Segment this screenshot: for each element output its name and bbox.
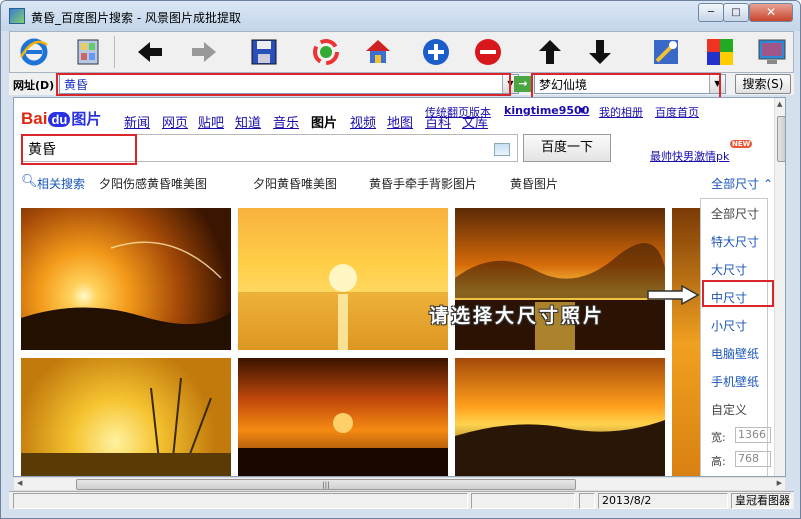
- tools-icon[interactable]: [648, 34, 684, 70]
- baidu-search-input[interactable]: 黄昏: [21, 134, 518, 162]
- chevron-down-icon[interactable]: ▼: [579, 106, 585, 115]
- size-option-custom: 自定义: [711, 403, 748, 417]
- related-item[interactable]: 黄昏手牵手背影图片: [369, 175, 477, 192]
- address-value: 黄昏: [64, 78, 89, 92]
- toolbar: [9, 31, 794, 73]
- arrow-right-icon: [647, 285, 700, 305]
- size-option-mobile[interactable]: 手机壁纸: [711, 373, 759, 390]
- palette-icon[interactable]: [702, 34, 738, 70]
- image-thumbnail[interactable]: [238, 208, 448, 350]
- size-filter-menu: 全部尺寸 特大尺寸 大尺寸 中尺寸 小尺寸 电脑壁纸 手机壁纸 自定义 宽: 13…: [700, 198, 771, 476]
- album-icon[interactable]: [70, 34, 106, 70]
- image-thumbnail[interactable]: [672, 208, 702, 476]
- back-icon[interactable]: [132, 34, 168, 70]
- nav-web[interactable]: 网页: [162, 112, 188, 131]
- height-row: 高: 768: [711, 451, 771, 469]
- nav-map[interactable]: 地图: [387, 112, 413, 131]
- status-date: 2013/8/2: [598, 493, 728, 509]
- image-thumbnail[interactable]: [238, 358, 448, 476]
- related-item[interactable]: 夕阳黄昏唯美图: [253, 175, 337, 192]
- scroll-up-icon[interactable]: ▲: [777, 100, 782, 108]
- save-icon[interactable]: [246, 34, 282, 70]
- effect-value: 梦幻仙境: [539, 78, 588, 92]
- scroll-right-icon[interactable]: ▶: [777, 479, 782, 487]
- maximize-button[interactable]: □: [723, 3, 749, 22]
- image-thumbnail[interactable]: [21, 208, 231, 350]
- app-icon: [9, 8, 25, 24]
- annotation-text: 请选择大尺寸照片: [429, 305, 606, 327]
- toolbar-separator: [114, 36, 115, 68]
- size-option-desktop[interactable]: 电脑壁纸: [711, 345, 759, 362]
- size-option-medium[interactable]: 中尺寸: [711, 289, 747, 306]
- size-option-all[interactable]: 全部尺寸: [711, 205, 759, 222]
- remove-icon[interactable]: [470, 34, 506, 70]
- size-option-xlarge[interactable]: 特大尺寸: [711, 233, 759, 250]
- window-title: 黄昏_百度图片搜索 - 风景图片成批提取: [31, 11, 241, 25]
- related-label: 相关搜索: [37, 177, 86, 191]
- related-item[interactable]: 黄昏图片: [510, 175, 558, 192]
- width-label: 宽:: [711, 431, 726, 444]
- add-icon[interactable]: [418, 34, 454, 70]
- home-icon[interactable]: [360, 34, 396, 70]
- new-badge: NEW: [730, 140, 753, 148]
- user-link[interactable]: kingtime9500: [504, 104, 589, 117]
- size-filter-toggle[interactable]: 全部尺寸 ⌃: [711, 175, 773, 192]
- refresh-icon[interactable]: [308, 34, 344, 70]
- app-window: 黄昏_百度图片搜索 - 风景图片成批提取 ─ □ ✕ 网址(D) 黄昏 ▼ → 梦…: [0, 0, 801, 519]
- size-option-small[interactable]: 小尺寸: [711, 317, 747, 334]
- scroll-left-icon[interactable]: ◀: [17, 479, 22, 487]
- title-bar: 黄昏_百度图片搜索 - 风景图片成批提取 ─ □ ✕: [1, 1, 800, 31]
- camera-icon[interactable]: [494, 143, 510, 156]
- horizontal-scroll-thumb[interactable]: |||: [76, 479, 576, 490]
- minimize-button[interactable]: ─: [698, 3, 724, 22]
- close-button[interactable]: ✕: [749, 3, 793, 22]
- nav-video[interactable]: 视频: [350, 112, 376, 131]
- baidu-search-button[interactable]: 百度一下: [523, 134, 611, 162]
- download-icon[interactable]: [582, 34, 618, 70]
- my-album-link[interactable]: 我的相册: [599, 104, 643, 120]
- status-app: 皇冠看图器: [731, 493, 791, 509]
- search-button[interactable]: 搜索(S): [735, 74, 791, 94]
- height-label: 高:: [711, 455, 726, 468]
- address-bar: 网址(D) 黄昏 ▼ → 梦幻仙境 ▼ 搜索(S): [9, 73, 794, 95]
- size-option-large[interactable]: 大尺寸: [711, 261, 747, 278]
- nav-images: 图片: [311, 116, 338, 131]
- forward-icon[interactable]: [186, 34, 222, 70]
- search-icon: 🔍︎: [21, 174, 38, 189]
- classic-pager-link[interactable]: 传统翻页版本: [425, 104, 491, 120]
- status-pane: [471, 493, 575, 509]
- related-item[interactable]: 夕阳伤感黄昏唯美图: [99, 175, 207, 192]
- nav-news[interactable]: 新闻: [124, 112, 150, 131]
- nav-zhidao[interactable]: 知道: [235, 112, 261, 131]
- related-searches: 🔍︎ 相关搜索 夕阳伤感黄昏唯美图 夕阳黄昏唯美图 黄昏手牵手背影图片 黄昏图片…: [21, 174, 781, 194]
- baidu-home-link[interactable]: 百度首页: [655, 104, 699, 120]
- nav-tieba[interactable]: 贴吧: [198, 112, 224, 131]
- chevron-down-icon[interactable]: ▼: [709, 75, 725, 93]
- effect-combobox[interactable]: 梦幻仙境 ▼: [534, 74, 726, 94]
- status-bar: 2013/8/2 皇冠看图器: [9, 491, 794, 509]
- height-input[interactable]: 768: [735, 451, 771, 467]
- width-row: 宽: 1366: [711, 427, 771, 445]
- image-thumbnail[interactable]: [21, 358, 231, 476]
- vertical-scroll-thumb[interactable]: [777, 116, 785, 162]
- upload-icon[interactable]: [532, 34, 568, 70]
- monitor-icon[interactable]: [754, 34, 790, 70]
- nav-music[interactable]: 音乐: [273, 112, 299, 131]
- vertical-scrollbar[interactable]: ▲: [774, 98, 785, 476]
- status-pane: [579, 493, 595, 509]
- ie-icon[interactable]: [16, 34, 52, 70]
- image-thumbnail[interactable]: [455, 358, 665, 476]
- image-thumbnail[interactable]: [455, 208, 665, 350]
- baidu-logo: Bai du 图片: [21, 109, 102, 128]
- status-pane: [13, 493, 468, 509]
- go-arrow-icon[interactable]: →: [514, 76, 532, 92]
- width-input[interactable]: 1366: [735, 427, 771, 443]
- address-label: 网址(D): [13, 79, 55, 92]
- horizontal-scrollbar[interactable]: ◀ ||| ▶: [13, 477, 786, 491]
- promo-link[interactable]: 最帅快男激情pk: [650, 148, 729, 164]
- address-combobox[interactable]: 黄昏 ▼: [59, 74, 519, 94]
